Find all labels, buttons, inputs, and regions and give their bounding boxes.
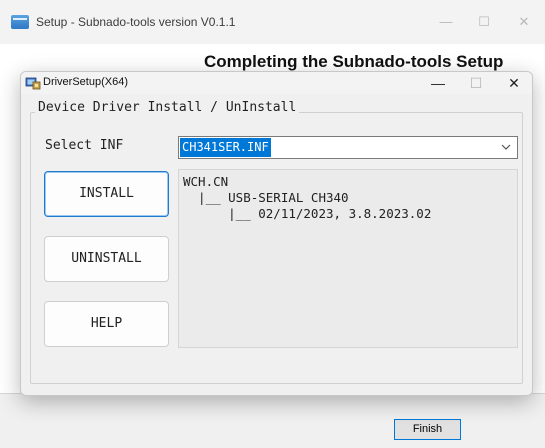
finish-button[interactable]: Finish (394, 419, 461, 440)
uninstall-button[interactable]: UNINSTALL (44, 236, 169, 282)
info-line-device: |__ USB-SERIAL CH340 (183, 190, 349, 205)
chevron-down-icon[interactable] (499, 140, 513, 154)
setup-window-title: Setup - Subnado-tools version V0.1.1 (36, 15, 236, 29)
inf-select-dropdown[interactable]: CH341SER.INF (178, 136, 518, 159)
selected-inf-value: CH341SER.INF (180, 138, 271, 157)
driver-setup-dialog: DriverSetup(X64) — ☐ ✕ Device Driver Ins… (20, 71, 533, 396)
driver-info-panel: WCH.CN |__ USB-SERIAL CH340 |__ 02/11/20… (178, 169, 518, 348)
close-icon[interactable]: ✕ (514, 12, 534, 32)
info-line-vendor: WCH.CN (183, 174, 229, 189)
minimize-icon[interactable]: — (436, 12, 456, 32)
dialog-maximize-icon: ☐ (469, 75, 483, 91)
setup-titlebar: Setup - Subnado-tools version V0.1.1 — ☐… (0, 0, 545, 44)
dialog-titlebar: DriverSetup(X64) — ☐ ✕ (21, 72, 532, 94)
dialog-title: DriverSetup(X64) (43, 76, 128, 88)
wizard-footer (0, 394, 545, 448)
dialog-minimize-icon[interactable]: — (423, 72, 453, 94)
wizard-heading: Completing the Subnado-tools Setup (204, 52, 504, 71)
info-line-version: |__ 02/11/2023, 3.8.2023.02 (183, 206, 432, 221)
install-button[interactable]: INSTALL (44, 171, 169, 217)
dialog-close-icon[interactable]: ✕ (499, 72, 529, 94)
help-button[interactable]: HELP (44, 301, 169, 347)
select-inf-label: Select INF (45, 138, 124, 153)
driver-setup-icon (25, 77, 41, 90)
maximize-icon[interactable]: ☐ (474, 12, 494, 32)
setup-app-icon (11, 15, 29, 29)
groupbox-label: Device Driver Install / UnInstall (35, 100, 300, 115)
